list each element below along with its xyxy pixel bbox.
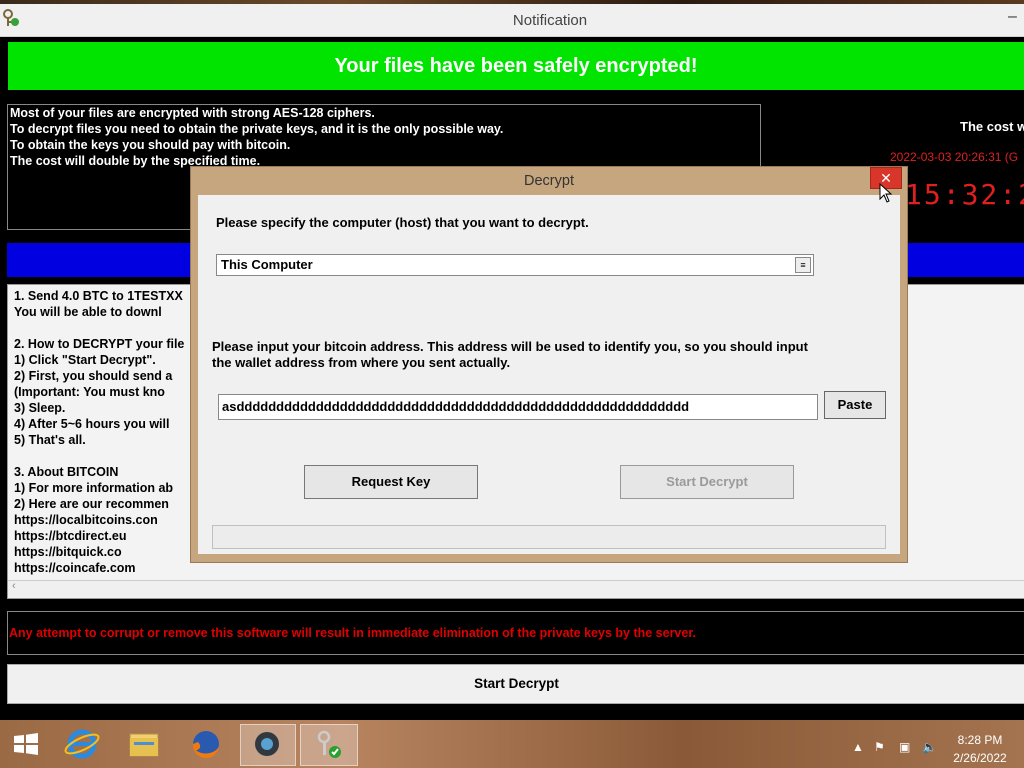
window-title: Notification bbox=[512, 12, 588, 29]
dialog-body bbox=[198, 195, 900, 554]
show-hidden-icons-icon[interactable]: ▲ bbox=[852, 740, 864, 754]
clock-time[interactable]: 8:28 PM bbox=[948, 733, 1012, 747]
deadline-label: 2022-03-03 20:26:31 (G bbox=[890, 150, 1019, 164]
mouse-cursor-icon bbox=[879, 183, 893, 203]
minimize-button[interactable]: – bbox=[1008, 8, 1017, 26]
start-decrypt-dialog-button[interactable]: Start Decrypt bbox=[620, 465, 794, 499]
warning-text: Any attempt to corrupt or remove this so… bbox=[9, 626, 696, 640]
host-select-value: This Computer bbox=[221, 257, 313, 272]
instruction-line: 3. About BITCOIN bbox=[14, 465, 119, 479]
volume-muted-icon[interactable]: 🔈 bbox=[922, 740, 937, 754]
encrypted-banner: Your files have been safely encrypted! bbox=[8, 42, 1024, 90]
file-explorer-icon[interactable] bbox=[120, 724, 168, 764]
instruction-link: https://coincafe.com bbox=[14, 561, 136, 575]
firefox-icon[interactable] bbox=[182, 724, 230, 764]
clock-date[interactable]: 2/26/2022 bbox=[948, 751, 1012, 765]
countdown-timer: 15:32:25 bbox=[905, 178, 1024, 211]
ransomware-app-icon bbox=[317, 730, 341, 758]
warning-box: Any attempt to corrupt or remove this so… bbox=[7, 611, 1024, 655]
windows-start-icon[interactable] bbox=[2, 724, 50, 764]
action-center-flag-icon[interactable]: ⚑ bbox=[874, 740, 885, 754]
horizontal-scrollbar[interactable] bbox=[8, 580, 1024, 597]
dropdown-arrow-icon[interactable]: ≡ bbox=[795, 257, 811, 273]
instruction-line: 2) First, you should send a bbox=[14, 369, 173, 383]
paste-button[interactable]: Paste bbox=[824, 391, 886, 419]
instruction-line: 4) After 5~6 hours you will bbox=[14, 417, 170, 431]
network-icon[interactable]: ▣ bbox=[899, 740, 910, 754]
instruction-line: (Important: You must kno bbox=[14, 385, 165, 399]
instruction-link: https://btcdirect.eu bbox=[14, 529, 127, 543]
scroll-left-icon[interactable]: ‹ bbox=[12, 580, 16, 592]
info-line: To decrypt files you need to obtain the … bbox=[10, 122, 504, 136]
media-app-icon bbox=[255, 732, 279, 756]
decrypt-progress-bar bbox=[212, 525, 886, 549]
internet-explorer-icon[interactable] bbox=[58, 724, 106, 764]
host-prompt: Please specify the computer (host) that … bbox=[216, 215, 589, 230]
dialog-title: Decrypt bbox=[524, 173, 574, 189]
request-key-button[interactable]: Request Key bbox=[304, 465, 478, 499]
info-line: Most of your files are encrypted with st… bbox=[10, 106, 375, 120]
bitcoin-address-input[interactable]: asdddddddddddddddddddddddddddddddddddddd… bbox=[218, 394, 818, 420]
instruction-line: 1. Send 4.0 BTC to 1TESTXX bbox=[14, 289, 183, 303]
instruction-line: 2. How to DECRYPT your file bbox=[14, 337, 185, 351]
host-select[interactable]: This Computer ≡ bbox=[216, 254, 814, 276]
cost-label: The cost w bbox=[960, 119, 1024, 134]
bitcoin-address-value: asdddddddddddddddddddddddddddddddddddddd… bbox=[222, 399, 690, 414]
instruction-line: 5) That's all. bbox=[14, 433, 86, 447]
instruction-link: https://localbitcoins.con bbox=[14, 513, 158, 527]
instruction-line: 1) For more information ab bbox=[14, 481, 174, 495]
instruction-line: 3) Sleep. bbox=[14, 401, 66, 415]
btc-prompt: Please input your bitcoin address. This … bbox=[212, 339, 808, 370]
instruction-line: You will be able to downl bbox=[14, 305, 162, 319]
start-decrypt-main-button[interactable]: Start Decrypt bbox=[7, 664, 1024, 704]
instruction-link: https://bitquick.co bbox=[14, 545, 122, 559]
instruction-line: 1) Click "Start Decrypt". bbox=[14, 353, 156, 367]
info-line: To obtain the keys you should pay with b… bbox=[10, 138, 291, 152]
instruction-line: 2) Here are our recommen bbox=[14, 497, 169, 511]
